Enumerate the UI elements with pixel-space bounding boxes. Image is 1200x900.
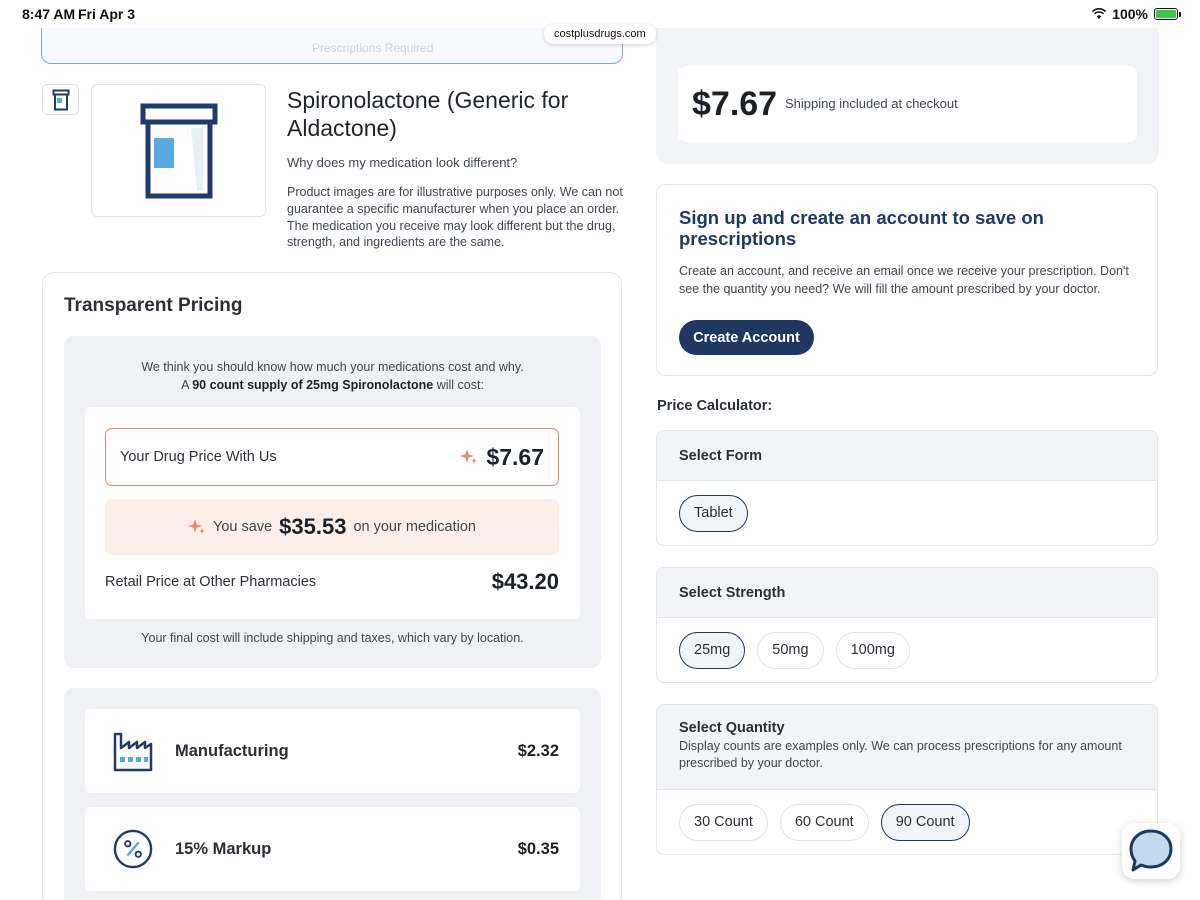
- create-account-button[interactable]: Create Account: [679, 320, 814, 355]
- strength-option-100mg[interactable]: 100mg: [835, 631, 910, 669]
- status-date: Fri Apr 3: [78, 6, 136, 22]
- savings-amount: $35.53: [279, 514, 347, 539]
- sparkle-icon: [188, 519, 206, 534]
- pricing-intro-line1: We think you should know how much your m…: [141, 360, 524, 374]
- product-title: Spironolactone (Generic for Aldactone): [287, 87, 569, 141]
- our-price-label: Your Drug Price With Us: [120, 449, 277, 465]
- breakdown-label: 15% Markup: [175, 839, 272, 858]
- pricing-intro: We think you should know how much your m…: [64, 358, 601, 394]
- shipping-note: Shipping included at checkout: [785, 96, 958, 111]
- chat-bubble-icon: [1129, 829, 1173, 872]
- breakdown-label: Manufacturing: [175, 741, 289, 760]
- select-quantity-options: 30 Count 60 Count 90 Count: [657, 790, 1157, 854]
- cost-breakdown-panel: Manufacturing $2.32 15% Markup $0.35: [64, 688, 601, 900]
- quantity-option-60[interactable]: 60 Count: [779, 803, 869, 841]
- form-option-tablet[interactable]: Tablet: [679, 494, 748, 532]
- signup-card: Sign up and create an account to save on…: [656, 184, 1158, 376]
- status-time: 8:47 AM: [22, 6, 76, 22]
- select-quantity-card: Select Quantity Display counts are examp…: [656, 704, 1158, 855]
- savings-row: You save $35.53 on your medication: [105, 499, 559, 555]
- status-right: 100%: [1092, 6, 1181, 22]
- chat-button[interactable]: [1122, 823, 1180, 879]
- select-form-options: Tablet: [657, 481, 1157, 545]
- select-strength-header: Select Strength: [657, 568, 1157, 618]
- product-image: [91, 84, 266, 217]
- our-price-value: $7.67: [486, 443, 544, 470]
- quantity-option-90[interactable]: 90 Count: [880, 803, 970, 841]
- breakdown-row-markup: 15% Markup $0.35: [85, 807, 580, 891]
- transparent-pricing-card: Transparent Pricing We think you should …: [42, 272, 622, 900]
- battery-icon: [1154, 8, 1181, 20]
- percent-icon: [113, 829, 153, 869]
- retail-price-value: $43.20: [491, 569, 559, 594]
- product-disclaimer: Product images are for illustrative purp…: [287, 185, 623, 250]
- retail-price-label: Retail Price at Other Pharmacies: [105, 574, 317, 590]
- transparent-pricing-title: Transparent Pricing: [64, 295, 243, 316]
- intro-prefix: A: [181, 378, 189, 392]
- why-different-link[interactable]: Why does my medication look different?: [287, 155, 517, 170]
- signup-title: Sign up and create an account to save on…: [679, 207, 1044, 249]
- select-form-card: Select Form Tablet: [656, 430, 1158, 546]
- url-pill[interactable]: costplusdrugs.com: [544, 24, 656, 44]
- price-summary-card: $7.67 Shipping included at checkout: [656, 10, 1159, 164]
- strength-option-25mg[interactable]: 25mg: [679, 631, 746, 669]
- pill-bottle-icon: [52, 89, 69, 110]
- price-summary-box: $7.67 Shipping included at checkout: [678, 66, 1137, 142]
- select-strength-card: Select Strength 25mg 50mg 100mg: [656, 567, 1158, 683]
- savings-prefix: You save: [213, 519, 273, 535]
- select-form-title: Select Form: [679, 447, 762, 464]
- breakdown-value: $2.32: [517, 741, 559, 760]
- our-price-row: Your Drug Price With Us $7.67: [105, 428, 559, 486]
- pricing-comparison-panel: We think you should know how much your m…: [64, 336, 601, 668]
- strength-option-50mg[interactable]: 50mg: [757, 631, 824, 669]
- select-quantity-title: Select Quantity: [679, 720, 785, 736]
- signup-description: Create an account, and receive an email …: [679, 264, 1129, 296]
- factory-icon: [113, 732, 153, 772]
- select-quantity-header: Select Quantity Display counts are examp…: [657, 705, 1157, 790]
- breakdown-value: $0.35: [517, 839, 559, 858]
- intro-supply: 90 count supply of 25mg Spironolactone: [192, 378, 434, 392]
- sparkle-icon: [460, 449, 478, 464]
- breakdown-row-manufacturing: Manufacturing $2.32: [85, 709, 580, 793]
- select-quantity-note: Display counts are examples only. We can…: [679, 739, 1122, 770]
- pill-bottle-icon: [140, 103, 217, 198]
- pricing-intro-line2: A 90 count supply of 25mg Spironolactone…: [64, 376, 601, 394]
- select-strength-title: Select Strength: [679, 584, 786, 601]
- quantity-option-30[interactable]: 30 Count: [679, 803, 768, 841]
- product-thumbnail[interactable]: [42, 84, 79, 115]
- battery-percent: 100%: [1112, 6, 1148, 22]
- wifi-icon: [1092, 8, 1107, 19]
- price-comparison-box: Your Drug Price With Us $7.67 You save $…: [85, 407, 580, 619]
- pricing-footnote: Your final cost will include shipping an…: [141, 631, 524, 645]
- search-placeholder: Prescriptions Required: [312, 41, 434, 55]
- intro-suffix: will cost:: [436, 378, 484, 392]
- select-form-header: Select Form: [657, 431, 1157, 481]
- select-strength-options: 25mg 50mg 100mg: [657, 618, 1157, 682]
- savings-suffix: on your medication: [353, 519, 476, 535]
- summary-price: $7.67: [692, 85, 778, 123]
- price-calculator-label: Price Calculator:: [657, 398, 773, 414]
